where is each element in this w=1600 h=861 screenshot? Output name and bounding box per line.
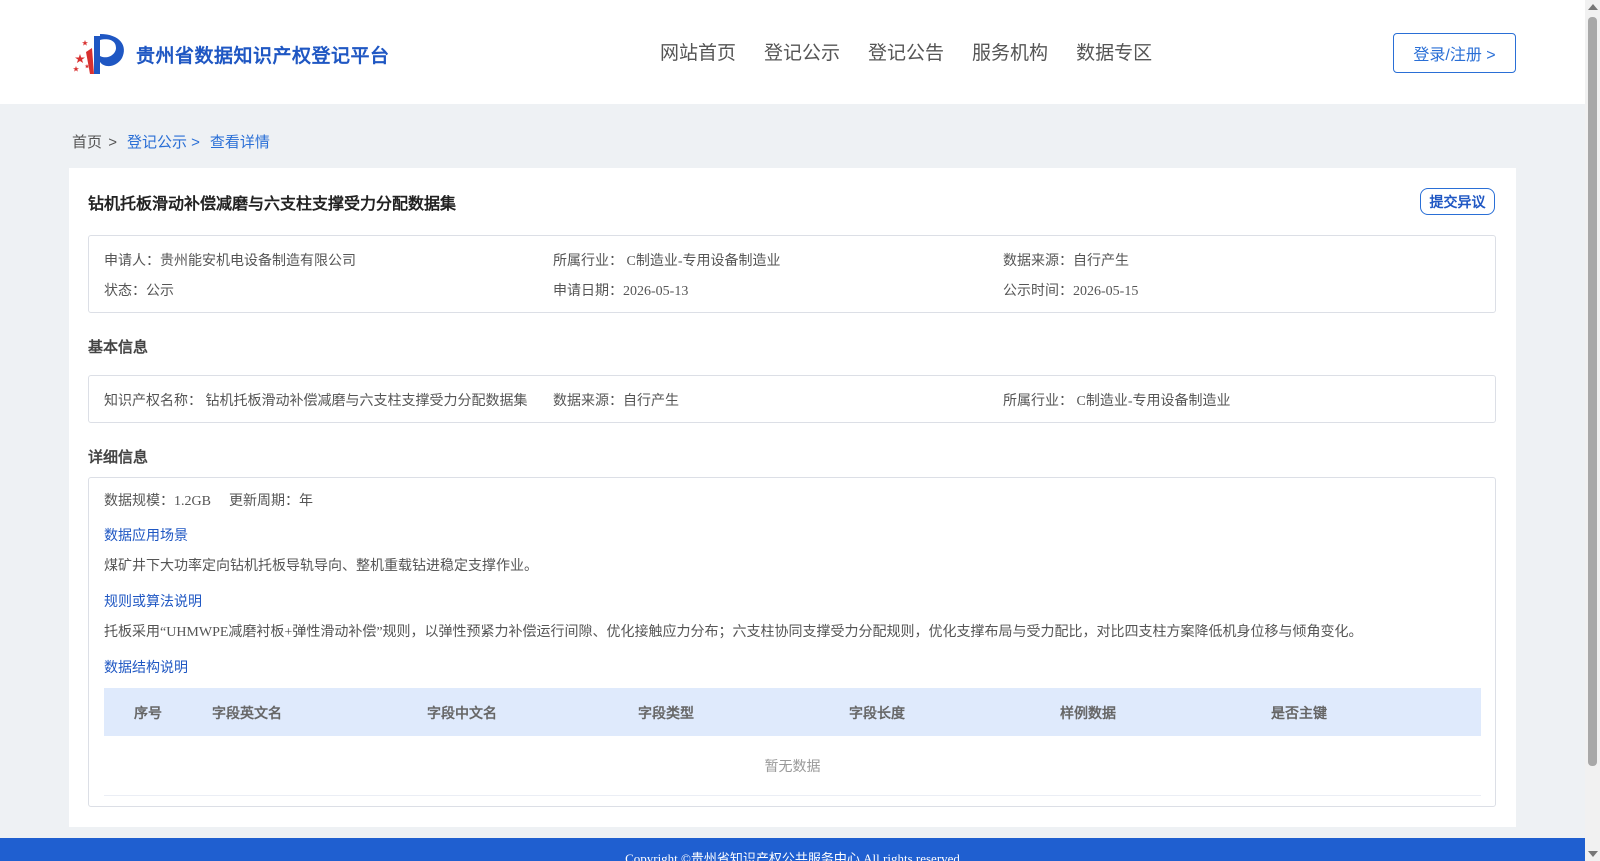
scenario-text: 煤矿井下大功率定向钻机托板导轨导向、整机重载钻进稳定支撑作业。 (104, 559, 538, 574)
logo-emblem-icon (72, 28, 130, 80)
page-title: 钻机托板滑动补偿减磨与六支柱支撑受力分配数据集 (88, 196, 457, 213)
nav-publicity[interactable]: 登记公示 (764, 38, 840, 65)
status-field: 状态：公示 (104, 284, 174, 299)
login-register-button[interactable]: 登录/注册 > (1393, 33, 1516, 73)
site-logo[interactable]: 贵州省数据知识产权登记平台 (72, 28, 390, 80)
detail-card: 钻机托板滑动补偿减磨与六支柱支撑受力分配数据集 提交异议 申请人：贵州能安机电设… (69, 168, 1516, 827)
column-header-chinese-name: 字段中文名 (427, 705, 497, 721)
site-header: 贵州省数据知识产权登记平台 网站首页 登记公示 登记公告 服务机构 数据专区 登… (0, 0, 1585, 104)
scenario-heading: 数据应用场景 (104, 529, 188, 544)
site-footer: Copyright ©贵州省知识产权公共服务中心 All rights rese… (0, 838, 1585, 861)
publish-date-field: 公示时间：2026-05-15 (1003, 284, 1139, 299)
breadcrumb-detail: 查看详情 (209, 134, 270, 151)
structure-heading: 数据结构说明 (104, 661, 188, 676)
structure-table-header: 序号 字段英文名 字段中文名 字段类型 字段长度 样例数据 是否主键 (104, 688, 1481, 736)
basic-source-field: 数据来源：自行产生 (553, 394, 679, 409)
breadcrumb-separator: > (108, 134, 117, 151)
scroll-up-arrow-icon[interactable] (1588, 4, 1598, 10)
summary-box: 申请人：贵州能安机电设备制造有限公司 所属行业： C制造业-专用设备制造业 数据… (88, 235, 1496, 313)
column-header-index: 序号 (134, 705, 162, 721)
breadcrumb-home-label: 首页 (72, 134, 103, 151)
breadcrumb: 首页 > 登记公示 > 查看详情 (72, 131, 270, 152)
scroll-down-arrow-icon[interactable] (1588, 851, 1598, 857)
scrollbar-thumb[interactable] (1588, 17, 1597, 766)
basic-info-box: 知识产权名称： 钻机托板滑动补偿减磨与六支柱支撑受力分配数据集 数据来源：自行产… (88, 375, 1496, 423)
basic-industry-field: 所属行业： C制造业-专用设备制造业 (1003, 394, 1231, 409)
basic-info-heading: 基本信息 (88, 339, 149, 356)
column-header-type: 字段类型 (638, 705, 694, 721)
nav-home[interactable]: 网站首页 (660, 38, 736, 65)
breadcrumb-publicity[interactable]: 登记公示 > (127, 131, 200, 152)
breadcrumb-home[interactable]: 首页 > (72, 131, 117, 152)
column-header-english-name: 字段英文名 (212, 705, 282, 721)
rule-heading: 规则或算法说明 (104, 595, 202, 610)
column-header-length: 字段长度 (849, 705, 905, 721)
empty-table-message: 暂无数据 (104, 736, 1481, 796)
detail-info-box: 数据规模：1.2GB 更新周期：年 数据应用场景 煤矿井下大功率定向钻机托板导轨… (88, 477, 1496, 807)
data-scale-field: 数据规模：1.2GB (104, 494, 211, 509)
copyright-text: Copyright ©贵州省知识产权公共服务中心 All rights rese… (625, 851, 960, 861)
column-header-primary-key: 是否主键 (1271, 705, 1327, 721)
site-title: 贵州省数据知识产权登记平台 (136, 45, 390, 67)
ip-name-field: 知识产权名称： 钻机托板滑动补偿减磨与六支柱支撑受力分配数据集 (104, 394, 528, 409)
submit-objection-button[interactable]: 提交异议 (1420, 188, 1495, 215)
source-field: 数据来源：自行产生 (1003, 254, 1129, 269)
main-nav: 网站首页 登记公示 登记公告 服务机构 数据专区 (660, 38, 1180, 65)
apply-date-field: 申请日期：2026-05-13 (553, 284, 689, 299)
rule-text: 托板采用“UHMWPE减磨衬板+弹性滑动补偿”规则，以弹性预紧力补偿运行间隙、优… (104, 625, 1363, 640)
column-header-sample: 样例数据 (1060, 705, 1116, 721)
nav-data-zone[interactable]: 数据专区 (1076, 38, 1152, 65)
detail-info-heading: 详细信息 (88, 449, 149, 466)
update-cycle-field: 更新周期：年 (229, 494, 313, 509)
nav-service-agency[interactable]: 服务机构 (972, 38, 1048, 65)
nav-announcement[interactable]: 登记公告 (868, 38, 944, 65)
applicant-field: 申请人：贵州能安机电设备制造有限公司 (104, 254, 356, 269)
industry-field: 所属行业： C制造业-专用设备制造业 (553, 254, 781, 269)
vertical-scrollbar[interactable] (1585, 0, 1600, 861)
